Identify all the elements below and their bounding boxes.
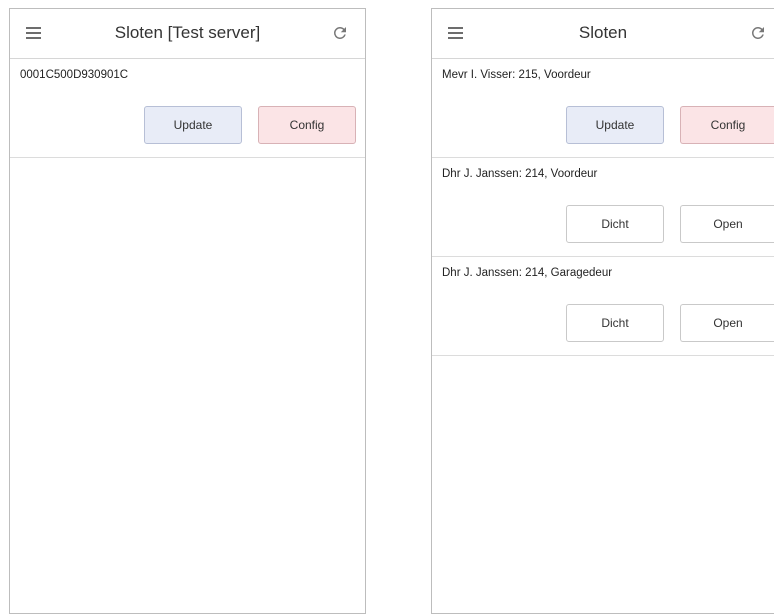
refresh-icon[interactable] — [331, 24, 349, 42]
close-lock-button[interactable]: Dicht — [566, 304, 664, 342]
list-item: 0001C500D930901C Update Config — [10, 59, 365, 158]
open-lock-button[interactable]: Open — [680, 205, 774, 243]
refresh-icon[interactable] — [749, 24, 767, 42]
config-button[interactable]: Config — [258, 106, 356, 144]
app-bar: Sloten — [432, 9, 774, 59]
screen-sloten: Sloten Mevr I. Visser: 215, Voordeur Upd… — [431, 8, 774, 614]
close-lock-button[interactable]: Dicht — [566, 205, 664, 243]
list-item: Mevr I. Visser: 215, Voordeur Update Con… — [432, 59, 774, 158]
open-lock-button[interactable]: Open — [680, 304, 774, 342]
lock-label: Dhr J. Janssen: 214, Garagedeur — [442, 267, 613, 279]
app-bar: Sloten [Test server] — [10, 9, 365, 59]
lock-label: Dhr J. Janssen: 214, Voordeur — [442, 168, 598, 180]
update-button[interactable]: Update — [566, 106, 664, 144]
config-button[interactable]: Config — [680, 106, 774, 144]
lock-label: Mevr I. Visser: 215, Voordeur — [442, 69, 591, 81]
update-button[interactable]: Update — [144, 106, 242, 144]
page-title: Sloten [Test server] — [114, 23, 261, 42]
page-title: Sloten — [578, 23, 628, 42]
device-id-label: 0001C500D930901C — [20, 69, 129, 81]
list-item: Dhr J. Janssen: 214, Garagedeur Dicht Op… — [432, 257, 774, 356]
screen-test-server: Sloten [Test server] 0001C500D930901C Up… — [9, 8, 366, 614]
list-item: Dhr J. Janssen: 214, Voordeur Dicht Open — [432, 158, 774, 257]
